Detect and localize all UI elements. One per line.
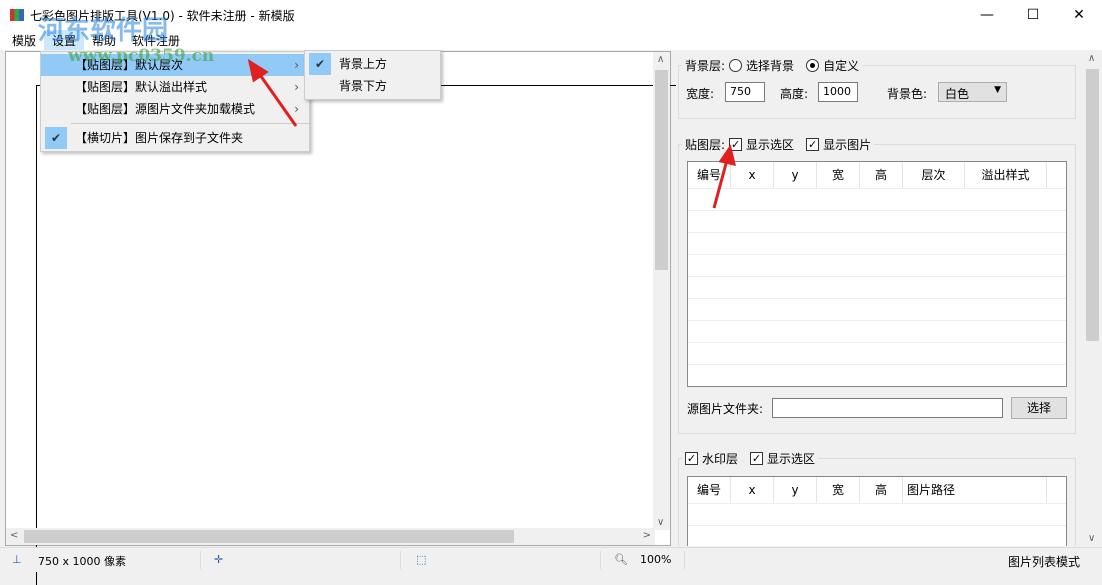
close-button[interactable]: ✕ [1056,0,1102,30]
app-icon [10,9,24,21]
canvas-paper [36,85,676,585]
chevron-right-icon: › [294,102,299,116]
paste-layer-label: 贴图层: [685,138,726,152]
menu-separator [71,123,309,124]
radio-select-background[interactable] [729,59,743,72]
column-header[interactable]: 高 [860,162,903,188]
scroll-down-icon[interactable]: ∨ [657,517,664,528]
move-icon[interactable]: ✛ [214,553,223,566]
watermark-layer-header: ✓ 水印层 ✓ 显示选区 [682,450,819,467]
properties-panel: 背景层: 选择背景 自定义 宽度: 750 高度: 1000 背景色: 白色 ▼ … [672,51,1084,546]
canvas-size-icon: ⊥ [12,553,22,566]
watermark-layer-checkbox[interactable]: ✓ [685,452,698,465]
menu-item-folder-load-mode[interactable]: 【贴图层】源图片文件夹加载模式 › [41,98,309,120]
checkbox-label: 水印层 [702,452,739,466]
bg-color-select[interactable]: 白色 ▼ [938,82,1007,102]
canvas-horizontal-scrollbar[interactable]: < > [6,528,655,545]
height-input[interactable]: 1000 [818,82,858,102]
paste-layer-header: 贴图层: ✓ 显示选区 ✓ 显示图片 [682,136,875,153]
canvas-size-text: 750 x 1000 像素 [38,555,126,568]
select-value: 白色 [945,87,970,101]
column-header[interactable]: 图片路径 [903,477,1047,503]
column-header[interactable]: 高 [860,477,903,503]
radio-label: 选择背景 [746,59,795,73]
table-body [688,503,1066,546]
watermark-logo-text: 河东软件园 [38,16,169,46]
bg-color-label: 背景色: [887,87,928,101]
table-header: 编号 x y 宽 高 层次 溢出样式 [688,162,1066,188]
column-header[interactable]: y [774,162,817,188]
scroll-left-icon[interactable]: < [10,530,18,541]
column-header[interactable]: 编号 [688,162,731,188]
menu-item-save-subfolder[interactable]: ✔ 【横切片】图片保存到子文件夹 [41,127,309,149]
watermark-url-text: www.pc0359.cn [68,46,215,66]
width-label: 宽度: [686,87,715,101]
scroll-thumb[interactable] [1086,69,1099,341]
radio-custom[interactable] [806,59,820,72]
column-header[interactable]: x [731,477,774,503]
selection-icon[interactable]: ⬚ [416,553,426,566]
background-group-header: 背景层: 选择背景 自定义 [682,57,863,74]
canvas-vertical-scrollbar[interactable]: ∧ ∨ [653,52,670,530]
source-folder-label: 源图片文件夹: [687,402,764,416]
watermark-layer-table[interactable]: 编号 x y 宽 高 图片路径 [687,476,1067,546]
view-mode[interactable]: 图片列表模式 [1008,553,1080,570]
show-selection-checkbox[interactable]: ✓ [729,138,743,151]
chevron-right-icon: › [294,58,299,72]
chevron-down-icon: ▼ [994,85,1001,95]
zoom-icon[interactable]: 🔍︎ [614,553,628,566]
maximize-button[interactable]: ☐ [1010,0,1056,30]
chevron-right-icon: › [294,80,299,94]
menu-item-label: 【横切片】图片保存到子文件夹 [75,131,244,145]
checkbox-label: 显示图片 [823,138,872,152]
show-image-checkbox[interactable]: ✓ [806,138,820,151]
layer-submenu: ✔ 背景上方 背景下方 [304,50,441,100]
watermark-show-selection-checkbox[interactable]: ✓ [750,452,764,465]
scroll-down-icon[interactable]: ∨ [1088,533,1095,544]
scroll-up-icon[interactable]: ∧ [657,54,664,65]
column-header[interactable]: y [774,477,817,503]
column-header[interactable]: 溢出样式 [965,162,1047,188]
menu-item-label: 背景下方 [339,79,388,93]
table-body [688,188,1066,386]
menu-item-label: 背景上方 [339,57,388,71]
checkmark-icon: ✔ [45,127,67,149]
paste-layer-table[interactable]: 编号 x y 宽 高 层次 溢出样式 [687,161,1067,387]
radio-label: 自定义 [823,59,860,73]
checkbox-label: 显示选区 [746,138,795,152]
background-label: 背景层: [685,59,726,73]
column-header[interactable]: 宽 [817,162,860,188]
column-header[interactable]: 层次 [903,162,965,188]
scroll-up-icon[interactable]: ∧ [1088,53,1095,64]
checkbox-label: 显示选区 [767,452,816,466]
width-input[interactable]: 750 [725,82,765,102]
menu-item-label: 【贴图层】默认溢出样式 [75,80,208,94]
zoom-level: 100% [640,553,672,566]
minimize-button[interactable]: — [964,0,1010,30]
column-header[interactable]: x [731,162,774,188]
settings-dropdown: 【贴图层】默认层次 › 【贴图层】默认溢出样式 › 【贴图层】源图片文件夹加载模式 ›… [40,51,310,152]
column-header[interactable]: 编号 [688,477,731,503]
scroll-thumb[interactable] [24,530,514,543]
column-header[interactable]: 宽 [817,477,860,503]
source-folder-input[interactable] [772,398,1003,418]
table-header: 编号 x y 宽 高 图片路径 [688,477,1066,503]
menu-item-label: 【贴图层】源图片文件夹加载模式 [75,102,256,116]
submenu-item-above-background[interactable]: ✔ 背景上方 [305,53,440,75]
choose-folder-button[interactable]: 选择 [1011,397,1067,419]
status-bar: ⊥ 750 x 1000 像素 ✛ ⬚ 🔍︎ 100% 图片列表模式 [0,547,1102,572]
panel-vertical-scrollbar[interactable]: ∧ ∨ [1084,51,1101,546]
scroll-thumb[interactable] [655,70,668,270]
menu-item-default-overflow[interactable]: 【贴图层】默认溢出样式 › [41,76,309,98]
height-label: 高度: [780,87,809,101]
scroll-right-icon[interactable]: > [643,530,651,541]
checkmark-icon: ✔ [309,53,331,75]
submenu-item-below-background[interactable]: 背景下方 [305,75,440,97]
